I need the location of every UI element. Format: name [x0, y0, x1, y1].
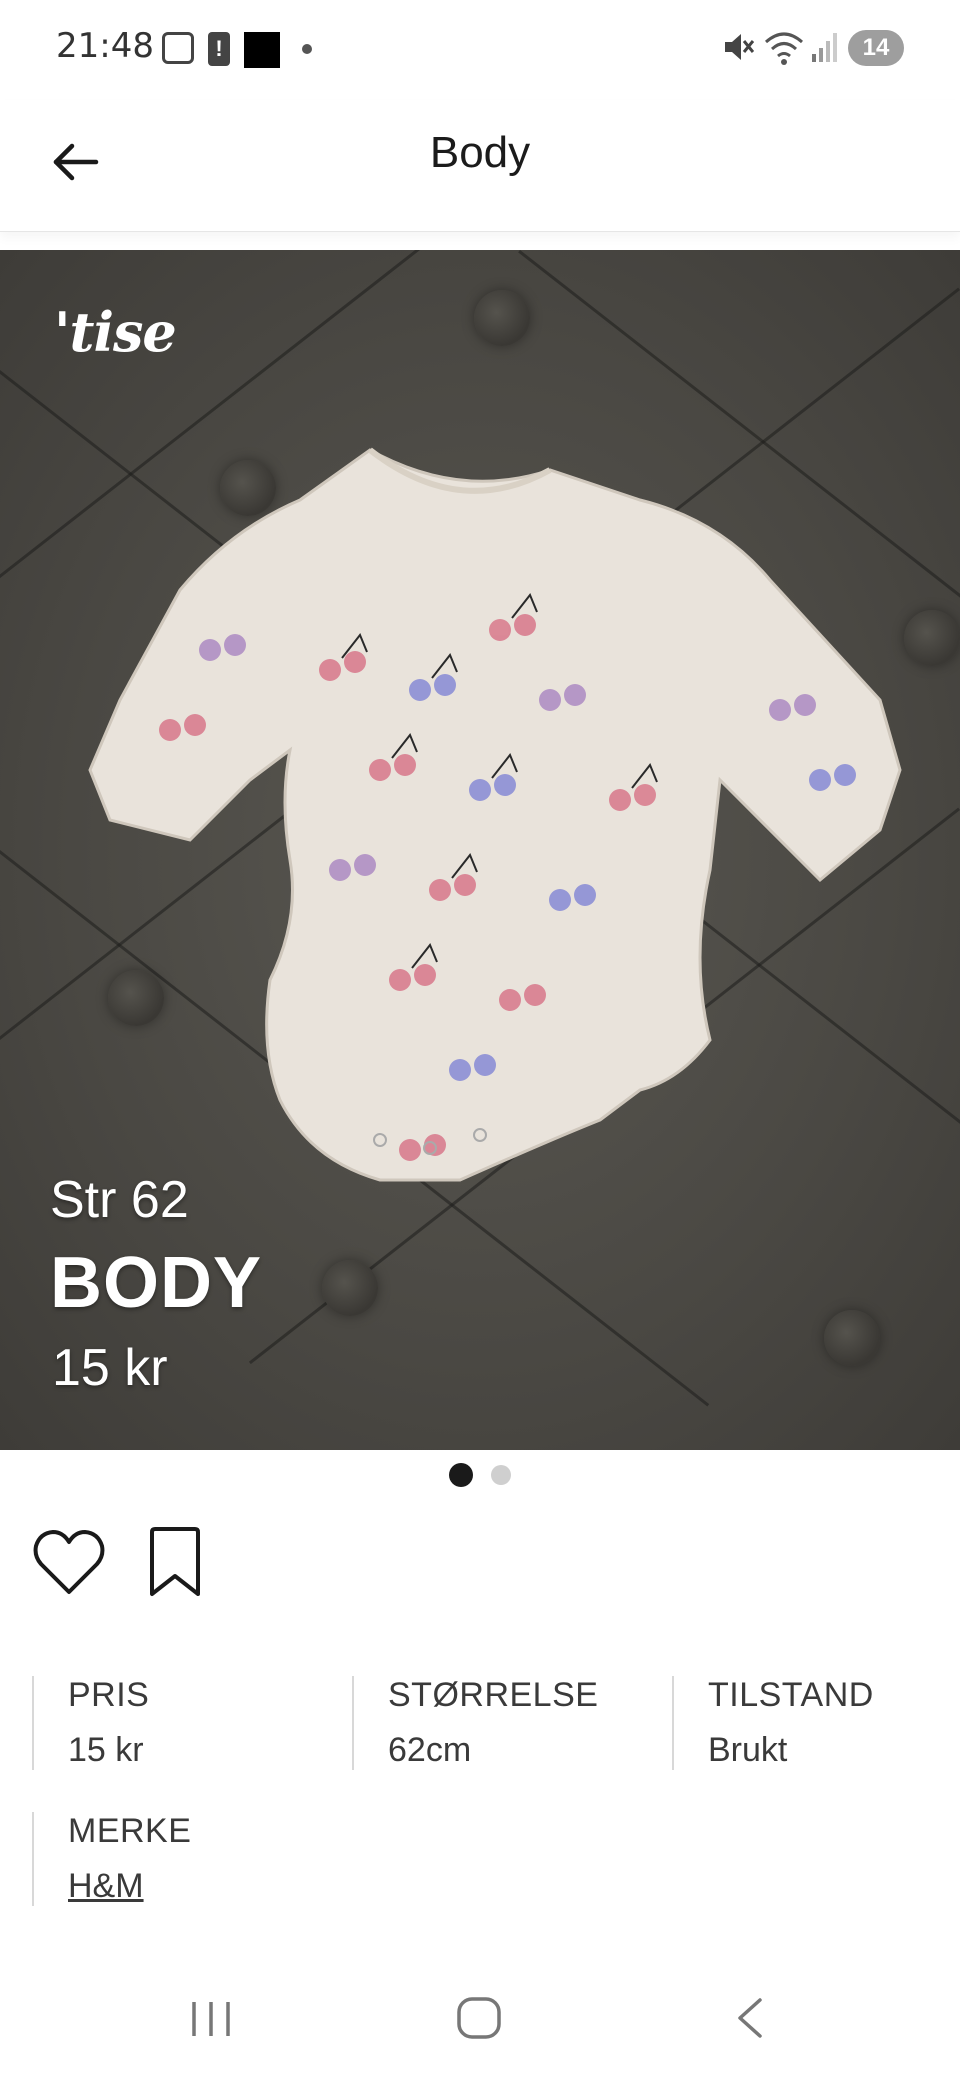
home-icon[interactable]: [456, 1996, 502, 2040]
page-title: Body: [429, 128, 531, 177]
status-bar: 21:48 ! 14: [0, 0, 960, 100]
brand-link[interactable]: H&M: [68, 1867, 332, 1906]
detail-value: Brukt: [708, 1731, 788, 1769]
detail-label: TILSTAND: [708, 1676, 874, 1714]
screenshot-icon: [162, 32, 194, 64]
overlay-title-text: BODY: [50, 1243, 263, 1323]
mute-icon: [725, 34, 754, 60]
back-icon[interactable]: [730, 1996, 770, 2040]
pager-dot-active[interactable]: [449, 1463, 473, 1487]
more-notifications-icon: [302, 44, 312, 54]
listing-photo[interactable]: 'tise Str 62 BODY 15 kr: [0, 250, 960, 1450]
overlay-size-text: Str 62: [50, 1171, 189, 1229]
recent-apps-icon[interactable]: [188, 1996, 234, 2040]
save-button[interactable]: [144, 1526, 206, 1600]
detail-label: MERKE: [68, 1812, 192, 1850]
app-notification-icon: [244, 32, 280, 68]
tise-logo: 'tise: [54, 300, 177, 364]
bookmark-icon: [150, 1527, 200, 1596]
detail-condition: TILSTAND Brukt: [672, 1676, 942, 1770]
pager-dot-inactive[interactable]: [491, 1465, 511, 1485]
alert-icon: !: [208, 32, 230, 66]
heart-icon: [33, 1530, 105, 1594]
detail-label: PRIS: [68, 1676, 150, 1714]
detail-size: STØRRELSE 62cm: [352, 1676, 652, 1770]
image-pager: [0, 1460, 960, 1490]
detail-value: 15 kr: [68, 1731, 144, 1769]
overlay-price-text: 15 kr: [52, 1339, 168, 1397]
onesie-photo: [88, 447, 902, 1182]
notification-count-badge: 14: [848, 30, 904, 66]
signal-icon: [812, 33, 837, 62]
detail-value: 62cm: [388, 1731, 472, 1769]
wifi-icon: [765, 32, 803, 65]
detail-label: STØRRELSE: [388, 1676, 599, 1714]
detail-brand: MERKE H&M: [32, 1812, 332, 1906]
app-bar: Body: [0, 100, 960, 232]
status-time: 21:48: [56, 26, 154, 66]
detail-price: PRIS 15 kr: [32, 1676, 332, 1770]
system-nav-bar: [0, 1960, 960, 2080]
like-button[interactable]: [32, 1528, 106, 1598]
